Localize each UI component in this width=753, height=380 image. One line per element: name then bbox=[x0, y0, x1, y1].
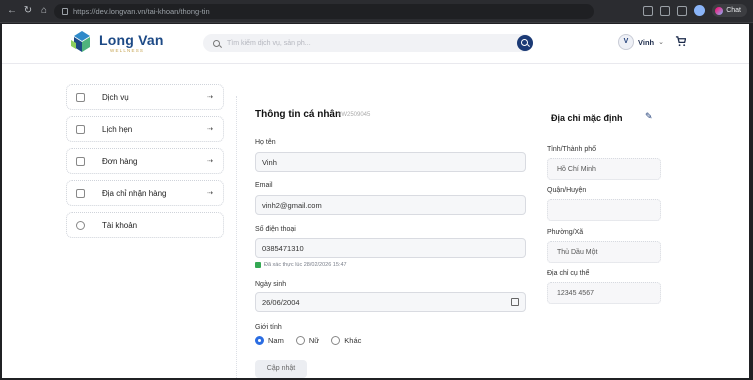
email-label: Email bbox=[255, 182, 273, 189]
radio-icon[interactable] bbox=[295, 336, 305, 345]
email-field[interactable]: vinh2@gmail.com bbox=[255, 195, 526, 215]
page-title: Thông tin cá nhân bbox=[255, 109, 342, 120]
province-value: Hồ Chí Minh bbox=[547, 158, 661, 180]
url-text: https://dev.longvan.vn/tai-khoan/thong-t… bbox=[73, 7, 210, 16]
radio-label: Nam bbox=[268, 336, 284, 345]
brand-tagline: WELLNESS bbox=[110, 48, 145, 53]
cart-icon[interactable] bbox=[675, 36, 686, 47]
user-menu[interactable]: V Vinh ⌄ bbox=[618, 34, 664, 50]
logo-icon[interactable] bbox=[70, 30, 94, 54]
arrow-right-icon: ⇢ bbox=[207, 190, 213, 197]
ward-label: Phường/Xã bbox=[547, 229, 584, 236]
sidebar-item-label: Dịch vụ bbox=[102, 92, 129, 102]
sidebar-item-services[interactable]: Dịch vụ ⇢ bbox=[66, 84, 224, 110]
address-title: Địa chỉ mặc định bbox=[551, 113, 623, 123]
order-icon bbox=[76, 156, 85, 166]
sidebar-item-label: Đơn hàng bbox=[102, 156, 138, 166]
sidebar-item-appointments[interactable]: Lịch hẹn ⇢ bbox=[66, 116, 224, 142]
search-input[interactable]: Tìm kiếm dịch vụ, sản ph... bbox=[227, 40, 311, 47]
arrow-right-icon: ⇢ bbox=[207, 158, 213, 165]
radio-label: Khác bbox=[344, 336, 362, 345]
account-sidebar: Dịch vụ ⇢ Lịch hẹn ⇢ Đơn hàng ⇢ Địa chỉ … bbox=[66, 84, 224, 244]
update-button[interactable]: Cập nhật bbox=[255, 360, 307, 378]
district-label: Quận/Huyện bbox=[547, 187, 587, 194]
search-icon bbox=[213, 39, 220, 47]
address-bar[interactable]: https://dev.longvan.vn/tai-khoan/thong-t… bbox=[54, 4, 594, 19]
chevron-down-icon[interactable]: ⌄ bbox=[658, 38, 664, 46]
verified-text: Đã xác thực lúc 28/02/2026 15:47 bbox=[264, 262, 347, 268]
search-bar[interactable]: Tìm kiếm dịch vụ, sản ph... bbox=[203, 34, 533, 52]
page: Long Van WELLNESS Tìm kiếm dịch vụ, sản … bbox=[2, 24, 749, 378]
ward-value: Thủ Dầu Một bbox=[547, 241, 661, 263]
chat-button[interactable]: Chat bbox=[712, 4, 747, 17]
phone-field[interactable]: 0385471310 bbox=[255, 238, 526, 258]
edit-icon[interactable]: ✎ bbox=[645, 112, 654, 121]
arrow-right-icon: ⇢ bbox=[207, 94, 213, 101]
browser-toolbar: ← ↻ ⌂ https://dev.longvan.vn/tai-khoan/t… bbox=[0, 0, 753, 23]
radio-label: Nữ bbox=[308, 336, 320, 345]
chat-label: Chat bbox=[726, 7, 741, 14]
dob-label: Ngày sinh bbox=[255, 281, 287, 288]
sidebar-item-orders[interactable]: Đơn hàng ⇢ bbox=[66, 148, 224, 174]
gender-radio-group: Nam Nữ Khác bbox=[255, 336, 361, 345]
downloads-icon[interactable] bbox=[660, 5, 671, 16]
phone-verified-note: Đã xác thực lúc 28/02/2026 15:47 bbox=[255, 262, 347, 268]
copilot-icon bbox=[715, 6, 724, 15]
sidebar-item-label: Địa chỉ nhận hàng bbox=[102, 188, 167, 198]
arrow-right-icon: ⇢ bbox=[207, 126, 213, 133]
lock-icon bbox=[62, 8, 68, 15]
gender-radio-female[interactable]: Nữ bbox=[295, 336, 320, 345]
sidebar-item-shipping-address[interactable]: Địa chỉ nhận hàng ⇢ bbox=[66, 180, 224, 206]
back-icon[interactable]: ← bbox=[6, 5, 18, 17]
gender-radio-male[interactable]: Nam bbox=[255, 336, 284, 345]
name-field[interactable]: Vinh bbox=[255, 152, 526, 172]
avatar[interactable]: V bbox=[618, 34, 634, 50]
home-icon[interactable]: ⌂ bbox=[38, 5, 50, 17]
district-value bbox=[547, 199, 661, 221]
dob-value: 26/06/2004 bbox=[262, 297, 300, 307]
sidebar-item-label: Lịch hẹn bbox=[102, 124, 133, 134]
gender-label: Giới tính bbox=[255, 324, 282, 331]
radio-selected-icon[interactable] bbox=[255, 336, 264, 345]
calendar-icon bbox=[76, 124, 85, 134]
search-button[interactable] bbox=[517, 35, 533, 51]
sidebar-item-account[interactable]: Tài khoản bbox=[66, 212, 224, 238]
location-icon bbox=[76, 188, 85, 198]
sidebar-item-label: Tài khoản bbox=[102, 220, 138, 230]
section-divider bbox=[236, 96, 237, 378]
phone-label: Số điện thoại bbox=[255, 226, 296, 233]
check-icon bbox=[255, 262, 261, 268]
province-label: Tỉnh/Thành phố bbox=[547, 146, 597, 153]
detail-address-label: Địa chỉ cụ thể bbox=[547, 270, 590, 277]
user-icon bbox=[76, 220, 85, 230]
gender-radio-other[interactable]: Khác bbox=[331, 336, 361, 345]
radio-icon[interactable] bbox=[331, 336, 341, 345]
detail-address-value: 12345 4567 bbox=[547, 282, 661, 304]
service-icon bbox=[76, 92, 85, 102]
dob-field[interactable]: 26/06/2004 bbox=[255, 292, 526, 312]
profile-avatar[interactable] bbox=[694, 5, 706, 16]
extensions-icon[interactable] bbox=[643, 5, 654, 16]
calendar-icon[interactable] bbox=[511, 298, 519, 306]
site-header: Long Van WELLNESS Tìm kiếm dịch vụ, sản … bbox=[2, 24, 749, 64]
reload-icon[interactable]: ↻ bbox=[22, 5, 34, 17]
tabs-icon[interactable] bbox=[677, 5, 688, 16]
brand-name[interactable]: Long Van bbox=[99, 32, 164, 48]
user-name[interactable]: Vinh bbox=[638, 38, 654, 47]
name-label: Họ tên bbox=[255, 139, 276, 146]
customer-code: #W2509045 bbox=[338, 112, 371, 118]
